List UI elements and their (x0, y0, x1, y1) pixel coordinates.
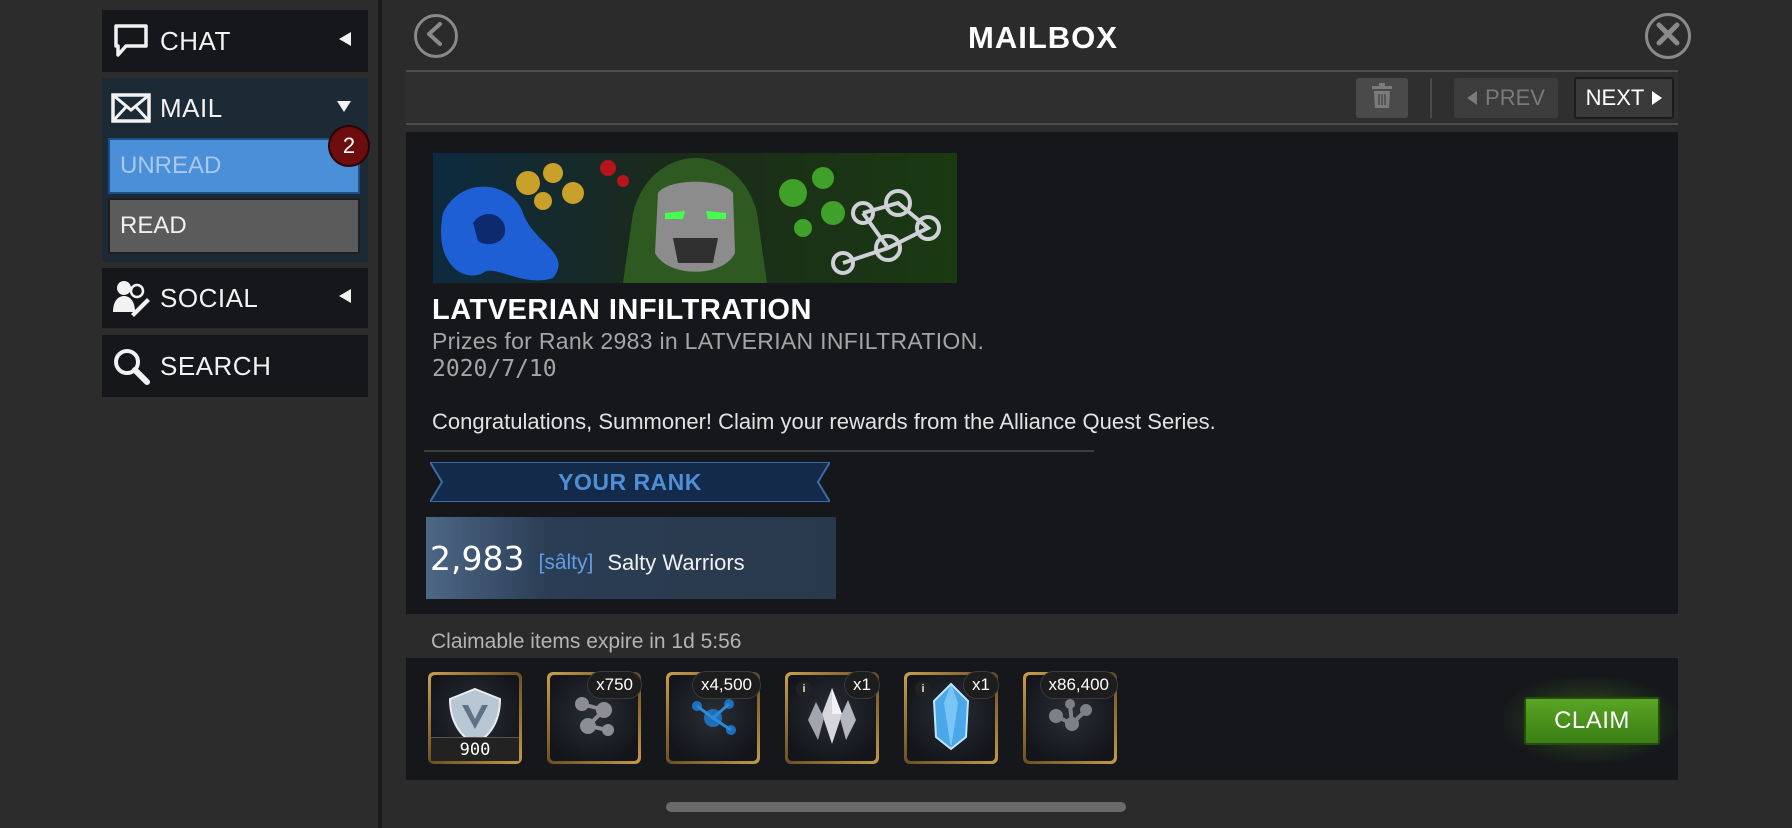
collapse-arrow-icon (338, 31, 352, 52)
event-banner-image (433, 153, 957, 283)
mail-date: 2020/7/10 (432, 356, 557, 382)
toolbar-separator (1430, 78, 1432, 118)
rank-card: 2,983 [sâlty] Salty Warriors (426, 517, 836, 599)
expire-timer: Claimable items expire in 1d 5:56 (431, 630, 742, 653)
envelope-icon (110, 87, 152, 129)
sidebar-item-label: CHAT (160, 25, 231, 56)
collapse-arrow-icon (338, 288, 352, 309)
reward-item[interactable]: i x1 (785, 671, 880, 764)
prev-button[interactable]: PREV (1454, 78, 1558, 118)
reward-item[interactable]: x86,400 (1023, 671, 1118, 764)
prev-label: PREV (1485, 85, 1545, 110)
rank-heading: YOUR RANK (558, 468, 702, 495)
reward-item[interactable]: 900 (428, 672, 522, 764)
reward-item[interactable]: i x1 (904, 671, 999, 764)
next-label: NEXT (1585, 85, 1645, 110)
sidebar-item-search[interactable]: SEARCH (102, 335, 368, 397)
sidebar-divider (378, 0, 382, 828)
claim-button[interactable]: CLAIM (1524, 697, 1660, 745)
mail-body: Congratulations, Summoner! Claim your re… (432, 409, 1216, 434)
sidebar-item-mail[interactable]: MAIL (102, 78, 368, 138)
sidebar-item-label: SOCIAL (160, 282, 259, 313)
close-icon (1655, 21, 1681, 52)
trash-icon (1371, 82, 1393, 114)
reward-quantity: x1 (963, 671, 999, 699)
back-arrow-icon (423, 21, 449, 52)
reward-item[interactable]: x750 (547, 671, 642, 764)
sidebar-item-label: SEARCH (160, 350, 272, 381)
chat-bubble-icon (110, 20, 152, 62)
info-icon[interactable]: i (796, 681, 812, 697)
unread-count-badge: 2 (328, 125, 370, 167)
next-button[interactable]: NEXT (1574, 77, 1674, 119)
close-button[interactable] (1645, 13, 1691, 59)
back-button[interactable] (414, 14, 458, 58)
reward-count: 900 (431, 737, 519, 761)
sidebar-item-chat[interactable]: CHAT (102, 10, 368, 72)
horizontal-scrollbar[interactable] (666, 802, 1126, 812)
alliance-name: Salty Warriors (607, 550, 745, 575)
toolbar-divider (406, 123, 1678, 125)
mail-title: LATVERIAN INFILTRATION (432, 294, 812, 326)
prev-arrow-icon (1467, 91, 1478, 105)
alliance-tag: [sâlty] (538, 551, 594, 574)
body-divider (424, 450, 1094, 452)
reward-quantity: x750 (587, 671, 642, 699)
mail-subtitle: Prizes for Rank 2983 in LATVERIAN INFILT… (432, 328, 985, 354)
delete-button[interactable] (1356, 78, 1408, 118)
page-title: MAILBOX (968, 20, 1118, 55)
mail-filter-unread[interactable]: UNREAD (108, 138, 360, 194)
reward-quantity: x1 (844, 671, 880, 699)
sidebar-item-label: MAIL (160, 92, 223, 123)
mail-filter-read[interactable]: READ (108, 198, 360, 254)
info-icon[interactable]: i (915, 681, 931, 697)
sidebar-item-social[interactable]: SOCIAL (102, 268, 368, 328)
rank-number: 2,983 (430, 538, 525, 578)
magnifier-icon (110, 345, 152, 387)
reward-quantity: x4,500 (691, 671, 761, 699)
expand-arrow-icon (336, 99, 352, 118)
reward-item[interactable]: x4,500 (666, 671, 761, 764)
people-icon (110, 277, 152, 319)
reward-quantity: x86,400 (1039, 671, 1118, 699)
next-arrow-icon (1652, 91, 1663, 105)
